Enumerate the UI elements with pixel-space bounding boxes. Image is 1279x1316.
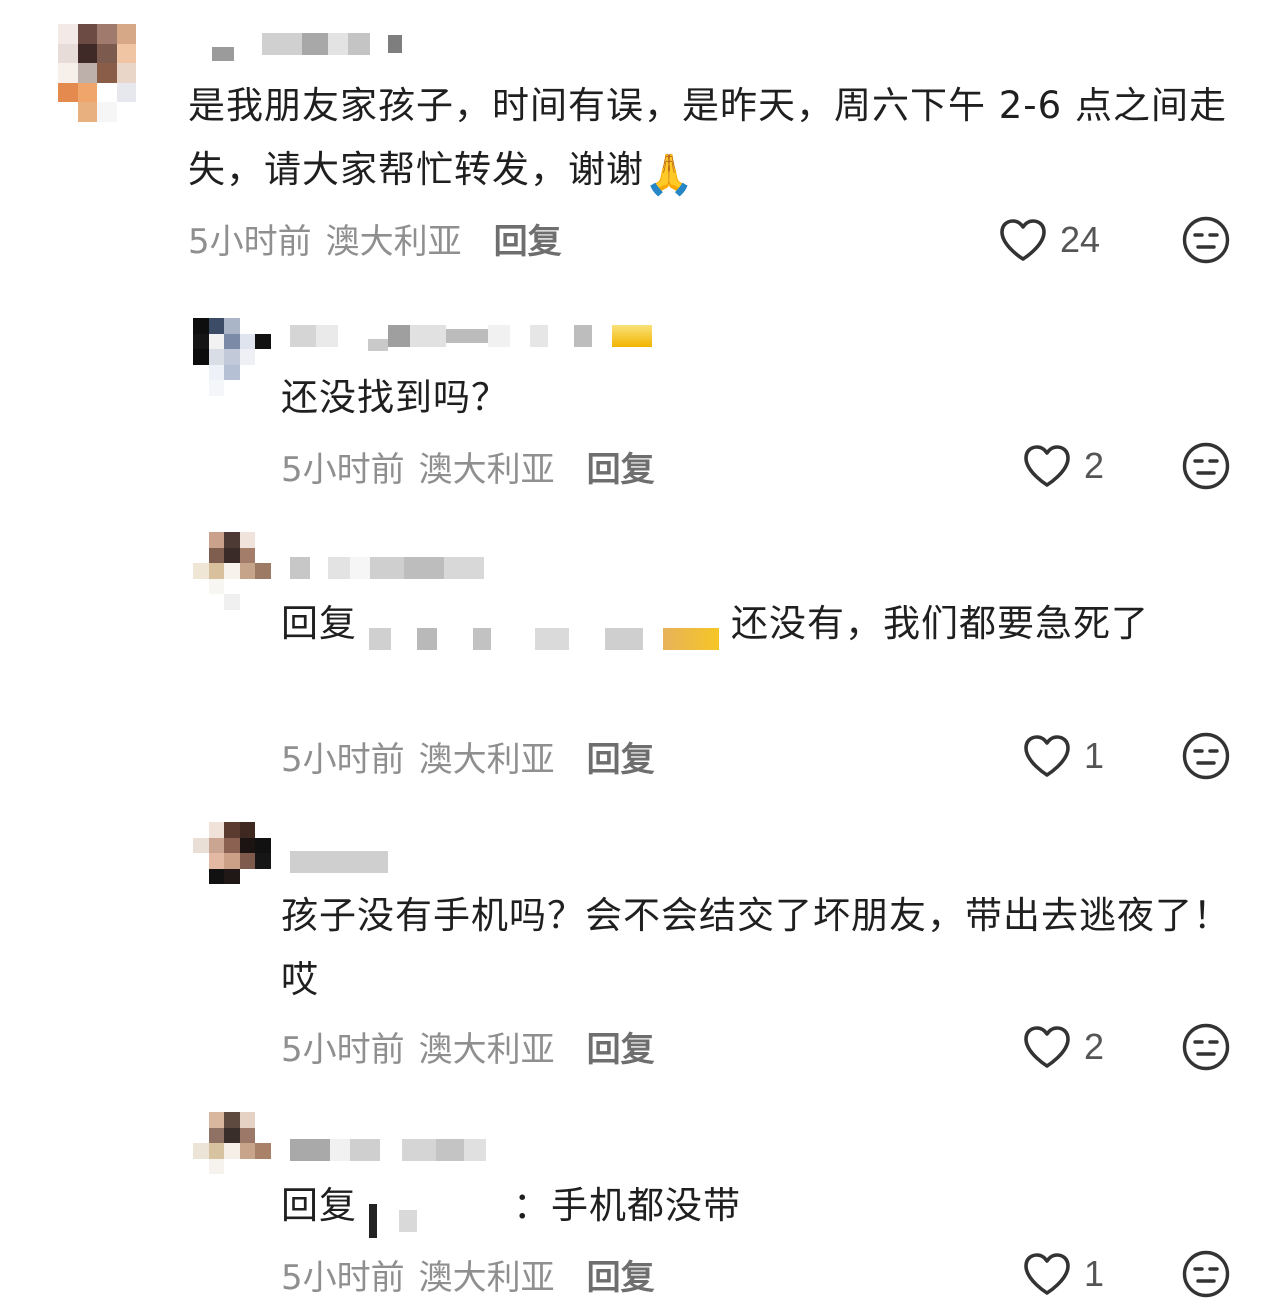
avatar[interactable] [193,318,271,396]
timestamp: 5小时前 [281,739,405,780]
like-button[interactable]: 1 [1022,1249,1104,1299]
avatar[interactable] [193,1112,271,1190]
like-count: 2 [1084,1026,1105,1067]
comment-text: 孩子没有手机吗？会不会结交了坏朋友，带出去逃夜了！哎 [281,884,1231,1012]
mention-username[interactable] [369,606,719,650]
location: 澳大利亚 [418,739,555,780]
timestamp: 5小时前 [281,1029,405,1070]
username[interactable] [290,316,652,356]
timestamp: 5小时前 [281,449,405,490]
avatar[interactable] [58,24,156,122]
reply-button[interactable]: 回复 [494,214,562,263]
reply-button[interactable]: 回复 [587,1250,655,1299]
comment-2: 还没找到吗？ 5小时前 澳大利亚 回复 2 [0,300,1279,510]
comment-text: 回复 ：手机都没带 [281,1174,1231,1238]
username[interactable] [212,24,402,64]
comment-body: 还没有，我们都要急死了 [731,602,1149,645]
comment-5: 回复 ：手机都没带 5小时前 澳大利亚 回复 1 [0,1100,1279,1316]
reply-button[interactable]: 回复 [587,1022,655,1071]
like-count: 1 [1084,735,1105,776]
comment-text: 还没找到吗？ [281,366,1221,430]
like-button[interactable]: 24 [998,215,1100,265]
location: 澳大利亚 [418,1029,555,1070]
comment-meta: 5小时前 澳大利亚 回复 [188,214,562,263]
heart-outline-icon [1024,1253,1070,1295]
reply-prefix: 回复 [281,1184,357,1227]
comment-text: 回复 还没有，我们都要急死了 [281,592,1231,656]
like-count: 1 [1084,1253,1105,1294]
neutral-face-icon[interactable] [1181,215,1231,265]
avatar[interactable] [193,532,271,610]
heart-outline-icon [1000,219,1046,261]
neutral-face-icon[interactable] [1181,731,1231,781]
comment-meta: 5小时前 澳大利亚 回复 [281,1022,655,1071]
heart-outline-icon [1024,1026,1070,1068]
neutral-face-icon[interactable] [1181,1249,1231,1299]
reply-button[interactable]: 回复 [587,732,655,781]
username[interactable] [290,1130,486,1170]
heart-outline-icon [1024,735,1070,777]
comment-meta: 5小时前 澳大利亚 回复 [281,1250,655,1299]
timestamp: 5小时前 [188,221,312,262]
comment-meta: 5小时前 澳大利亚 回复 [281,442,655,491]
avatar[interactable] [193,822,271,900]
username[interactable] [290,548,484,588]
like-count: 2 [1084,445,1105,486]
mention-username[interactable] [369,1188,501,1238]
comment-text: 是我朋友家孩子，时间有误，是昨天，周六下午 2-6 点之间走失，请大家帮忙转发，… [188,74,1228,207]
location: 澳大利亚 [418,449,555,490]
comment-body: 还没找到吗？ [281,376,509,419]
username[interactable] [290,842,388,882]
reply-prefix: 回复 [281,602,357,645]
comment-meta: 5小时前 澳大利亚 回复 [281,732,655,781]
location: 澳大利亚 [418,1257,555,1298]
reply-button[interactable]: 回复 [587,442,655,491]
heart-outline-icon [1024,445,1070,487]
neutral-face-icon[interactable] [1181,1022,1231,1072]
like-count: 24 [1060,219,1101,260]
comment-4: 孩子没有手机吗？会不会结交了坏朋友，带出去逃夜了！哎 5小时前 澳大利亚 回复 … [0,810,1279,1095]
comment-3: 回复 还没有，我们都要急死了 5小时前 澳大利亚 回复 1 [0,520,1279,800]
like-button[interactable]: 2 [1022,1022,1104,1072]
like-button[interactable]: 2 [1022,441,1104,491]
timestamp: 5小时前 [281,1257,405,1298]
neutral-face-icon[interactable] [1181,441,1231,491]
comment-body: 孩子没有手机吗？会不会结交了坏朋友，带出去逃夜了！哎 [281,894,1231,1001]
comment-1: 是我朋友家孩子，时间有误，是昨天，周六下午 2-6 点之间走失，请大家帮忙转发，… [0,0,1279,290]
comment-body: 是我朋友家孩子，时间有误，是昨天，周六下午 2-6 点之间走失，请大家帮忙转发，… [188,84,1227,191]
comment-body: ：手机都没带 [513,1184,741,1227]
like-button[interactable]: 1 [1022,731,1104,781]
folded-hands-emoji-icon: 🙏 [644,152,695,198]
location: 澳大利亚 [325,221,462,262]
